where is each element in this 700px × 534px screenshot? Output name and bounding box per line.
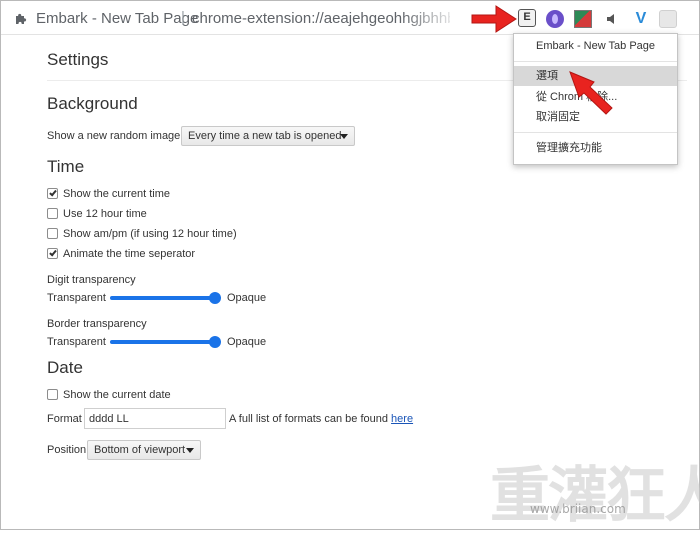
image-extension-icon[interactable] [574,10,592,28]
menu-item-manage-extensions[interactable]: 管理擴充功能 [514,138,677,158]
animate-separator-label: Animate the time seperator [63,248,196,260]
annotation-arrow-toolbar [471,5,517,33]
annotation-arrow-menu [569,71,613,115]
digit-max-label: Opaque [227,292,267,304]
v-extension-icon[interactable]: V [632,10,650,28]
show-date-label: Show the current date [63,389,171,401]
checkmark-icon [49,188,57,197]
ampm-label: Show am/pm (if using 12 hour time) [63,228,237,240]
menu-divider [514,61,677,62]
chevron-down-icon [186,448,194,453]
twelve-hour-label: Use 12 hour time [63,208,147,220]
position-label: Position [47,444,87,456]
border-slider-thumb[interactable] [209,336,221,348]
border-transparency-label: Border transparency [47,318,147,330]
watermark-url: www.briian.com [530,502,626,516]
twelve-hour-checkbox[interactable] [47,208,58,219]
formats-link[interactable]: here [391,413,413,425]
format-label: Format [47,413,82,425]
show-date-checkbox[interactable] [47,389,58,400]
url-fade [401,5,461,31]
digit-min-label: Transparent [47,292,106,304]
date-heading: Date [47,358,83,377]
background-heading: Background [47,94,138,113]
random-image-label: Show a new random image: [47,130,184,142]
url-separator: | [181,9,185,26]
embark-extension-icon[interactable]: E [518,9,536,27]
purple-extension-icon[interactable] [546,10,564,28]
digit-transparency-label: Digit transparency [47,274,136,286]
format-help-text: A full list of formats can be found [229,413,388,425]
animate-separator-checkbox[interactable] [47,248,58,259]
digit-slider-thumb[interactable] [209,292,221,304]
checkmark-icon [49,248,57,257]
time-heading: Time [47,157,85,176]
random-image-select[interactable]: Every time a new tab is opened [181,126,355,146]
random-image-value: Every time a new tab is opened [188,130,342,142]
chevron-down-icon [340,134,348,139]
format-help: A full list of formats can be found here [229,413,413,425]
address-bar: Embark - New Tab Page | chrome-extension… [1,1,699,35]
menu-item-extension-name[interactable]: Embark - New Tab Page [514,36,677,56]
puzzle-icon[interactable] [14,11,28,25]
digit-transparency-slider[interactable] [110,296,220,300]
page-title: Settings [47,50,109,69]
border-transparency-slider[interactable] [110,340,220,344]
show-time-checkbox[interactable] [47,188,58,199]
format-input[interactable] [84,408,226,429]
grey-extension-icon[interactable] [659,10,677,28]
border-min-label: Transparent [47,336,106,348]
menu-divider [514,132,677,133]
show-time-label: Show the current time [63,188,170,200]
border-max-label: Opaque [227,336,267,348]
position-value: Bottom of viewport [94,444,186,456]
position-select[interactable]: Bottom of viewport [87,440,201,460]
ampm-checkbox[interactable] [47,228,58,239]
tab-title: Embark - New Tab Page [36,10,199,27]
watermark-logo: 重灌狂人 [490,461,700,531]
speaker-icon[interactable] [604,10,622,28]
